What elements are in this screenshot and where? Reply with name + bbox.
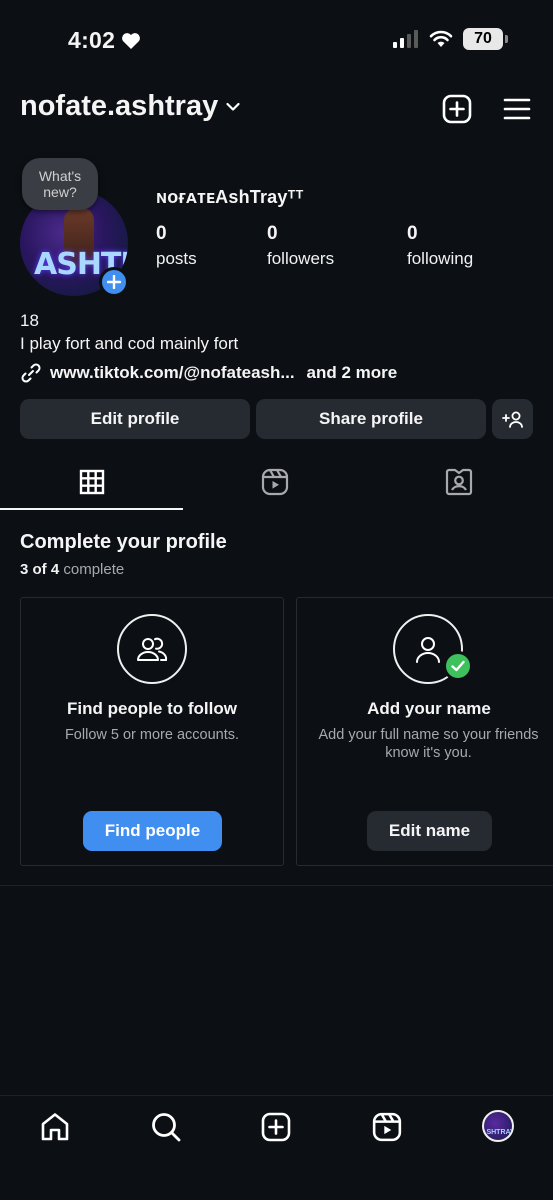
- new-post-icon: [442, 94, 472, 124]
- stat-posts: 0 posts: [156, 223, 197, 269]
- tab-tagged[interactable]: [444, 467, 474, 497]
- reels-icon: [261, 468, 289, 496]
- add-name-card: Add your name Add your full name so your…: [296, 597, 553, 866]
- checkmark-icon: [451, 660, 465, 672]
- find-people-card: Find people to follow Follow 5 or more a…: [20, 597, 284, 866]
- complete-profile-progress: 3 of 4 complete: [20, 561, 124, 578]
- completed-check-badge: [443, 651, 473, 681]
- note-bubble[interactable]: What's new?: [22, 158, 98, 210]
- add-story-button[interactable]: [99, 267, 129, 297]
- progress-word: complete: [63, 561, 125, 578]
- active-tab-indicator: [0, 508, 183, 510]
- progress-count: 3 of 4: [20, 561, 60, 578]
- edit-name-label: Edit name: [388, 821, 471, 840]
- stat-following[interactable]: 0 following: [407, 223, 473, 269]
- people-icon: [137, 637, 168, 661]
- menu-icon: [503, 98, 531, 120]
- card-title: Add your name: [367, 699, 491, 718]
- create-icon: [261, 1112, 291, 1142]
- tagged-icon: [445, 468, 473, 496]
- edit-profile-label: Edit profile: [90, 409, 180, 428]
- stat-number: 0: [267, 223, 278, 244]
- card-subtitle: Follow 5 or more accounts.: [64, 727, 240, 743]
- nav-reels[interactable]: [370, 1110, 404, 1144]
- stat-number: 0: [407, 223, 418, 244]
- reels-icon: [372, 1112, 402, 1142]
- bottom-nav-divider: [0, 1095, 553, 1096]
- stat-label: followers: [267, 249, 335, 268]
- battery-level: 70: [474, 30, 492, 47]
- menu-button[interactable]: [501, 93, 533, 125]
- tab-posts-grid[interactable]: [77, 467, 107, 497]
- note-text: What's new?: [38, 168, 82, 200]
- nav-profile-avatar[interactable]: ASHTRAY: [482, 1110, 514, 1142]
- cellular-signal-icon: [393, 30, 418, 48]
- wifi-icon: [429, 30, 453, 47]
- home-icon: [41, 1113, 69, 1141]
- stat-label: following: [407, 249, 474, 268]
- username-label: nofate.ashtray: [20, 90, 219, 122]
- card-icon-circle: [117, 614, 187, 684]
- stat-label: posts: [156, 249, 197, 268]
- link-icon: [21, 363, 41, 383]
- status-indicators: 70: [393, 28, 508, 50]
- person-icon: [416, 637, 440, 663]
- share-profile-label: Share profile: [319, 409, 423, 428]
- complete-profile-title: Complete your profile: [20, 531, 227, 553]
- nav-home[interactable]: [38, 1110, 72, 1144]
- nav-search[interactable]: [149, 1110, 183, 1144]
- card-title: Find people to follow: [67, 699, 237, 718]
- status-time-text: 4:02: [68, 27, 116, 53]
- chevron-down-icon: [226, 102, 240, 111]
- heart-icon: [122, 32, 141, 49]
- find-people-button[interactable]: Find people: [83, 811, 222, 851]
- nav-avatar-text: ASHTRAY: [482, 1129, 514, 1136]
- add-person-icon: [501, 411, 523, 428]
- find-people-label: Find people: [104, 821, 201, 840]
- bio-line: 18: [20, 311, 39, 330]
- discover-people-button[interactable]: [492, 399, 533, 439]
- bio-line: I play fort and cod mainly fort: [20, 334, 239, 353]
- link-text: www.tiktok.com/@nofateash...: [50, 363, 295, 382]
- nav-create[interactable]: [259, 1110, 293, 1144]
- section-divider: [0, 885, 553, 886]
- plus-icon: [107, 275, 121, 289]
- card-subtitle: Add your full name so your friends know …: [318, 727, 539, 761]
- edit-name-button[interactable]: Edit name: [367, 811, 492, 851]
- grid-icon: [79, 469, 105, 495]
- search-icon: [152, 1113, 181, 1142]
- stat-followers[interactable]: 0 followers: [267, 223, 334, 269]
- new-post-button[interactable]: [441, 93, 473, 125]
- battery-indicator: 70: [463, 28, 508, 50]
- edit-profile-button[interactable]: Edit profile: [20, 399, 250, 439]
- stat-number: 0: [156, 223, 167, 244]
- tab-reels[interactable]: [260, 467, 290, 497]
- link-more: and 2 more: [306, 363, 398, 382]
- bio-link[interactable]: www.tiktok.com/@nofateash... and 2 more: [20, 362, 397, 384]
- status-time: 4:02: [68, 27, 141, 54]
- account-switcher[interactable]: nofate.ashtray: [20, 90, 240, 123]
- share-profile-button[interactable]: Share profile: [256, 399, 486, 439]
- display-name: ɴᴏғᴀᴛᴇAshTrayᵀᵀ: [156, 187, 304, 207]
